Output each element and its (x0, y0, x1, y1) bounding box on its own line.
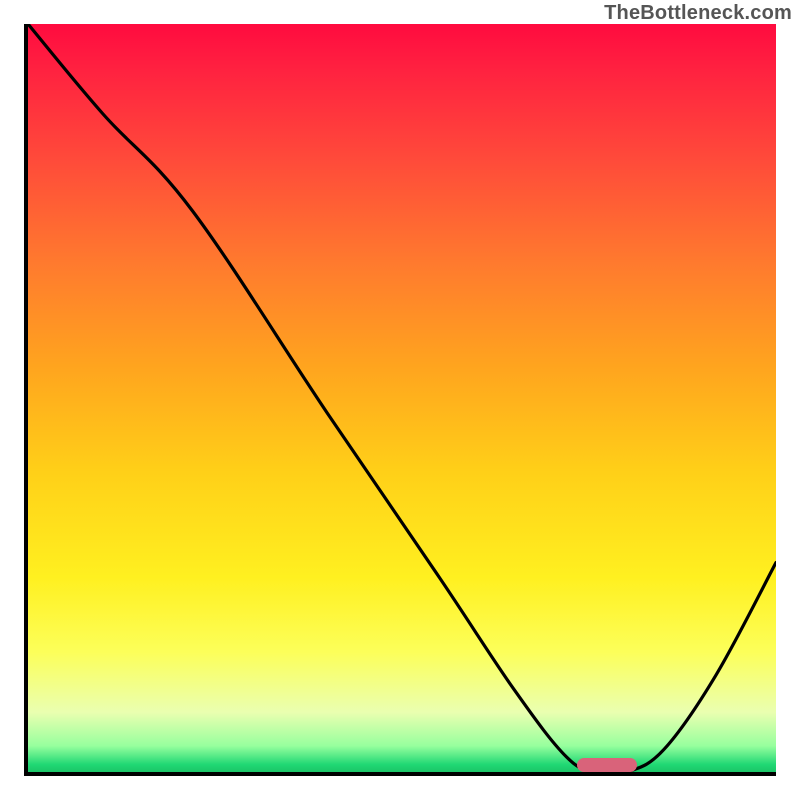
bottleneck-curve (28, 24, 776, 772)
curve-layer (28, 24, 776, 772)
optimal-range-marker (577, 758, 637, 772)
chart-canvas: TheBottleneck.com (0, 0, 800, 800)
plot-area (24, 24, 776, 776)
watermark-text: TheBottleneck.com (604, 2, 792, 25)
